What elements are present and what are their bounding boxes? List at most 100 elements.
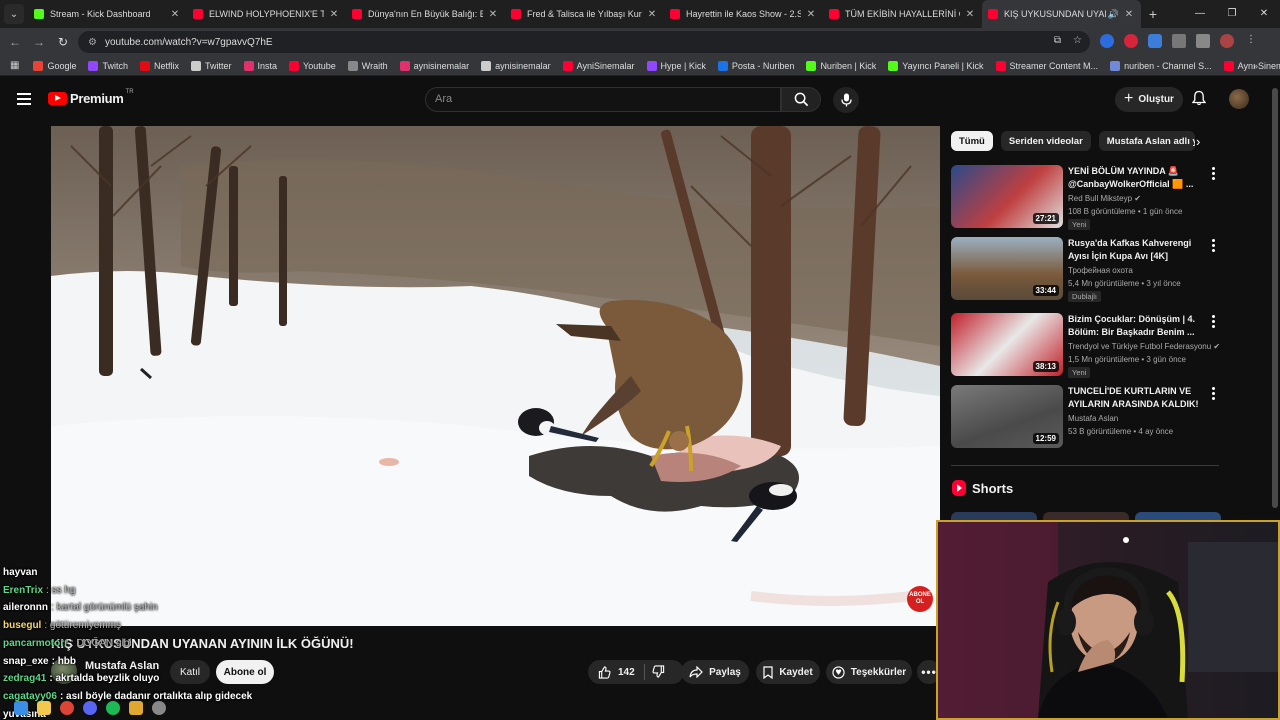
- youtube-logo[interactable]: Premium TR: [48, 89, 134, 106]
- new-tab-icon[interactable]: +: [1141, 6, 1165, 22]
- share-button[interactable]: Paylaş: [681, 660, 749, 684]
- apps-grid-icon[interactable]: ▦: [10, 60, 19, 71]
- bookmark-item[interactable]: aynisinemalar: [394, 60, 476, 71]
- more-bookmarks-icon[interactable]: »: [1253, 61, 1258, 71]
- filter-chip[interactable]: Seriden videolar: [1000, 131, 1091, 151]
- video-thumbnail[interactable]: 38:13: [951, 313, 1063, 376]
- site-info-icon[interactable]: ⚙: [88, 37, 97, 48]
- chevron-right-icon[interactable]: ›: [1196, 134, 1200, 149]
- recommended-video[interactable]: 38:13 Bizim Çocuklar: Dönüşüm | 4. Bölüm:…: [951, 313, 1221, 379]
- voice-search-button[interactable]: [833, 87, 859, 113]
- video-thumbnail[interactable]: 33:44: [951, 237, 1063, 300]
- recommended-video[interactable]: 12:59 TUNCELİ'DE KURTLARIN VE AYILARIN AR…: [951, 385, 1221, 451]
- bookmark-item[interactable]: Aynı Sinemalar - Ça...: [1218, 60, 1280, 71]
- video-thumbnail[interactable]: 27:21: [951, 165, 1063, 228]
- more-vert-icon[interactable]: [1212, 167, 1216, 182]
- close-tab-icon[interactable]: ✕: [487, 9, 499, 20]
- bookmark-item[interactable]: nuriben - Channel S...: [1104, 60, 1218, 71]
- channel-name[interactable]: Трофейная охота: [1068, 266, 1133, 275]
- browser-tab[interactable]: Stream - Kick Dashboard ✕: [28, 0, 187, 28]
- reading-list-icon[interactable]: [1196, 34, 1210, 48]
- notifications-bell-icon[interactable]: [1191, 90, 1207, 111]
- windows-start-icon[interactable]: [14, 701, 28, 715]
- close-window-icon[interactable]: ✕: [1248, 0, 1280, 28]
- minimize-icon[interactable]: —: [1184, 0, 1216, 28]
- bookmark-item[interactable]: Posta - Nuriben: [712, 60, 801, 71]
- video-player[interactable]: [51, 126, 940, 626]
- channel-name[interactable]: Trendyol ve Türkiye Futbol Federasyonu ✔: [1068, 342, 1220, 351]
- search-button[interactable]: [781, 87, 821, 112]
- bookmark-item[interactable]: Google: [27, 60, 82, 71]
- chat-username[interactable]: snap_exe: [3, 656, 49, 667]
- thanks-button[interactable]: Teşekkürler: [826, 660, 912, 684]
- browser-tab[interactable]: ELWIND HOLYPHOENIX'E TEK A ✕: [187, 0, 346, 28]
- forward-icon[interactable]: →: [27, 35, 51, 49]
- subscribe-watermark[interactable]: ABONE OL: [907, 586, 933, 612]
- chrome-icon[interactable]: [60, 701, 74, 715]
- video-title[interactable]: YENİ BÖLÜM YAYINDA 🚨 @CanbayWolkerOffici…: [1068, 165, 1208, 191]
- bookmark-item[interactable]: Wraith: [342, 60, 394, 71]
- extension-icon[interactable]: [1100, 34, 1114, 48]
- recommended-video[interactable]: 27:21 YENİ BÖLÜM YAYINDA 🚨 @CanbayWolkerO…: [951, 165, 1221, 231]
- bookmark-item[interactable]: AyniSinemalar: [557, 60, 641, 71]
- create-button[interactable]: + Oluştur: [1115, 87, 1183, 112]
- close-tab-icon[interactable]: ✕: [646, 9, 658, 20]
- channel-name[interactable]: Red Bull Miksteyp ✔: [1068, 194, 1141, 203]
- search-input[interactable]: Ara: [425, 87, 781, 112]
- browser-tab[interactable]: KIŞ UYKUSUNDAN UYANAN🔊 ✕: [982, 0, 1141, 28]
- bookmark-item[interactable]: Twitter: [185, 60, 238, 71]
- chat-username[interactable]: aileronnn: [3, 602, 48, 613]
- dislike-button[interactable]: [652, 665, 665, 681]
- bookmark-item[interactable]: Yayıncı Paneli | Kick: [882, 60, 989, 71]
- url-field[interactable]: ⚙ youtube.com/watch?v=w7gpavvQ7hE ⧉ ☆: [78, 31, 1090, 53]
- close-tab-icon[interactable]: ✕: [169, 9, 181, 20]
- menu-icon[interactable]: [17, 93, 31, 108]
- bookmark-item[interactable]: Nuriben | Kick: [800, 60, 882, 71]
- more-vert-icon[interactable]: [1212, 315, 1216, 330]
- extension-icon[interactable]: [1148, 34, 1162, 48]
- scrollbar-thumb[interactable]: [1272, 88, 1278, 508]
- chat-username[interactable]: zedrag41: [3, 673, 46, 684]
- close-tab-icon[interactable]: ✕: [964, 9, 976, 20]
- browser-tab[interactable]: Fred & Talisca ile Yılbaşı Kurabi ✕: [505, 0, 664, 28]
- bookmark-item[interactable]: Insta: [238, 60, 284, 71]
- video-thumbnail[interactable]: 12:59: [951, 385, 1063, 448]
- bookmark-item[interactable]: aynisinemalar: [475, 60, 557, 71]
- back-icon[interactable]: ←: [3, 35, 27, 49]
- chat-username[interactable]: ErenTrix: [3, 585, 43, 596]
- chat-username[interactable]: busegul: [3, 620, 41, 631]
- puzzle-icon[interactable]: [1172, 34, 1186, 48]
- video-title[interactable]: Bizim Çocuklar: Dönüşüm | 4. Bölüm: Bir …: [1068, 313, 1208, 339]
- video-title[interactable]: Rusya'da Kafkas Kahverengi Ayısı İçin Ku…: [1068, 237, 1208, 263]
- profile-icon[interactable]: [1220, 34, 1234, 48]
- filter-chip[interactable]: Tümü: [951, 131, 993, 151]
- bookmark-item[interactable]: Hype | Kick: [641, 60, 712, 71]
- app-icon[interactable]: [129, 701, 143, 715]
- app-icon[interactable]: [152, 701, 166, 715]
- recommended-video[interactable]: 33:44 Rusya'da Kafkas Kahverengi Ayısı İç…: [951, 237, 1221, 303]
- close-tab-icon[interactable]: ✕: [328, 9, 340, 20]
- close-tab-icon[interactable]: ✕: [1123, 9, 1135, 20]
- save-button[interactable]: Kaydet: [756, 660, 820, 684]
- bookmark-item[interactable]: Twitch: [82, 60, 134, 71]
- maximize-icon[interactable]: ❐: [1216, 0, 1248, 28]
- browser-tab[interactable]: Dünya'nın En Büyük Balığı: Balı ✕: [346, 0, 505, 28]
- discord-icon[interactable]: [83, 701, 97, 715]
- close-tab-icon[interactable]: ✕: [805, 9, 817, 20]
- speaker-icon[interactable]: 🔊: [1108, 9, 1119, 20]
- bookmark-item[interactable]: Netflix: [134, 60, 185, 71]
- reload-icon[interactable]: ↻: [51, 35, 75, 49]
- bookmark-item[interactable]: Streamer Content M...: [990, 60, 1105, 71]
- channel-name[interactable]: Mustafa Aslan: [1068, 414, 1118, 423]
- extension-icon[interactable]: [1124, 34, 1138, 48]
- file-explorer-icon[interactable]: [37, 701, 51, 715]
- more-vert-icon[interactable]: [1212, 387, 1216, 402]
- spotify-icon[interactable]: [106, 701, 120, 715]
- browser-menu-icon[interactable]: ⋮: [1244, 34, 1258, 48]
- tab-search-icon[interactable]: ⌄: [4, 4, 24, 24]
- bookmark-star-icon[interactable]: ☆: [1073, 35, 1082, 46]
- bookmark-item[interactable]: Youtube: [283, 60, 342, 71]
- like-button[interactable]: 142: [598, 665, 635, 679]
- video-title[interactable]: TUNCELİ'DE KURTLARIN VE AYILARIN ARASIND…: [1068, 385, 1208, 412]
- filter-chip[interactable]: Mustafa Aslan adlı yü: [1098, 131, 1195, 151]
